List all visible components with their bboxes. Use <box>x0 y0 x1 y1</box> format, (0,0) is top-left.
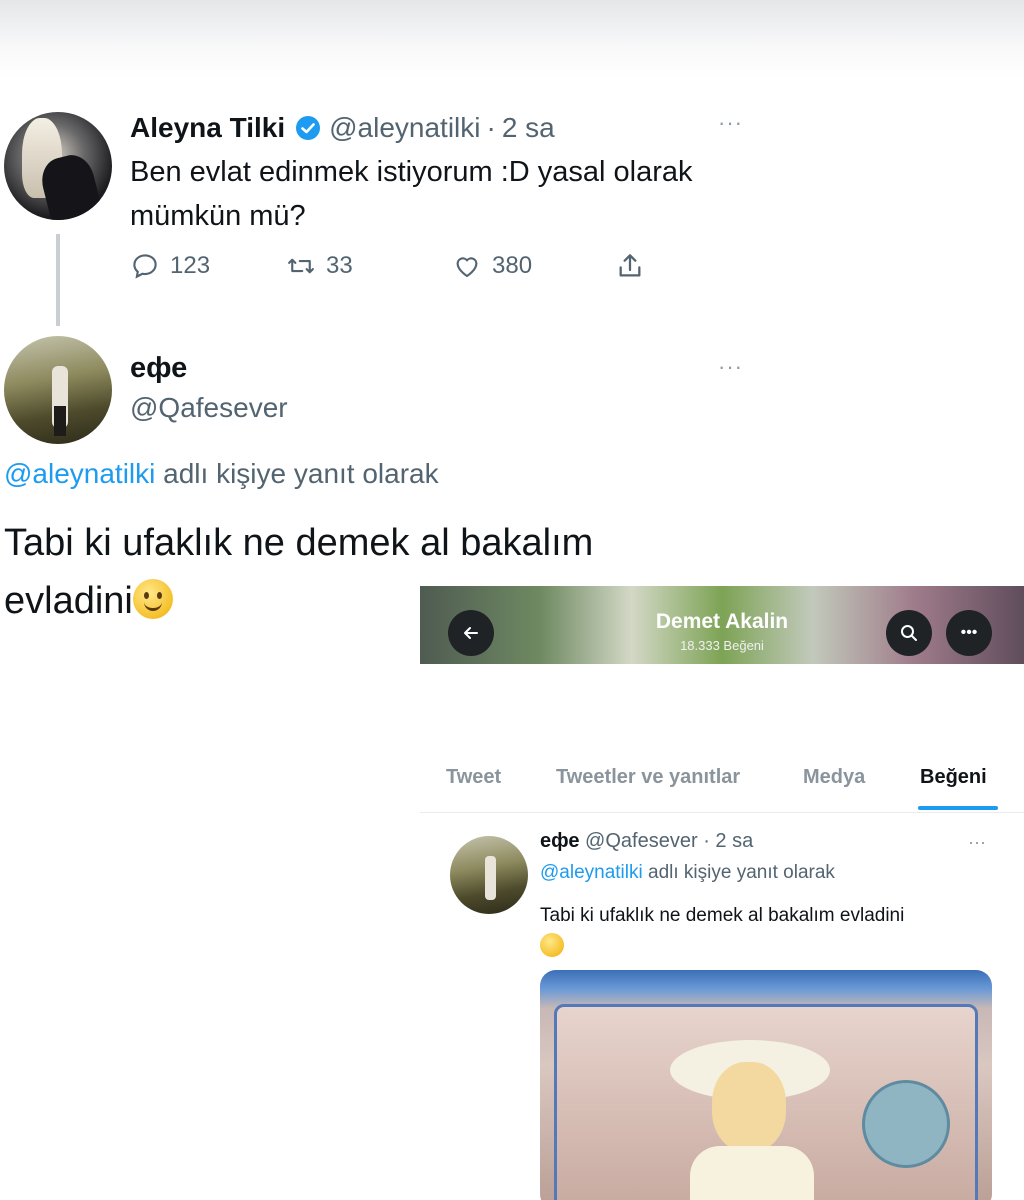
separator: · <box>703 830 710 852</box>
reply-icon <box>133 254 157 279</box>
more-icon: ••• <box>960 624 978 641</box>
liked-tweet-text: Tabi ki ufaklık ne demek al bakalım evla… <box>540 900 1010 964</box>
share-icon <box>619 254 641 277</box>
tweet-media-image[interactable] <box>540 970 992 1200</box>
divider <box>420 812 1024 813</box>
like-icon <box>456 257 478 278</box>
embedded-screenshot: Demet Akalin 18.333 Beğeni ••• Tweet Twe… <box>420 586 1024 1200</box>
reply-count: 123 <box>170 252 211 279</box>
reply-text-line1: Tabi ki ufaklık ne demek al bakalım <box>4 522 594 564</box>
tab-likes[interactable]: Beğeni <box>920 766 987 789</box>
reply-button[interactable]: 123 <box>130 246 210 286</box>
tab-tweets-replies[interactable]: Tweetler ve yanıtlar <box>556 766 740 789</box>
liked-reply-context: @aleynatilki adlı kişiye yanıt olarak <box>540 862 835 884</box>
tweet-header: Aleyna Tilki @aleynatilki · 2 sa <box>130 110 555 146</box>
reply-context: @aleynatilki adlı kişiye yanıt olarak <box>4 458 439 490</box>
more-icon[interactable]: ··· <box>718 112 743 134</box>
liked-text: Tabi ki ufaklık ne demek al bakalım evla… <box>540 905 905 926</box>
author-name[interactable]: Aleyna Tilki <box>130 112 285 144</box>
likes-count: 18.333 Beğeni <box>680 638 764 653</box>
more-icon[interactable]: ··· <box>718 356 743 378</box>
smile-emoji <box>132 579 173 619</box>
reply-avatar[interactable] <box>4 336 112 444</box>
tab-media[interactable]: Medya <box>803 766 865 789</box>
timestamp[interactable]: 2 sa <box>502 112 555 144</box>
more-icon[interactable]: ··· <box>968 833 986 851</box>
reply-text-line2: evladini <box>4 580 133 622</box>
verified-icon <box>295 115 321 141</box>
profile-name: Demet Akalin <box>655 610 789 633</box>
tab-tweet[interactable]: Tweet <box>446 766 501 789</box>
liked-timestamp[interactable]: 2 sa <box>715 830 753 852</box>
active-tab-indicator <box>918 806 998 810</box>
liked-author-name[interactable]: ефе <box>540 830 579 852</box>
thread-connector <box>56 234 60 326</box>
mention-link[interactable]: @aleynatilki <box>4 458 155 489</box>
retweet-icon <box>288 258 314 274</box>
profile-tabs: Tweet Tweetler ve yanıtlar Medya Beğeni <box>420 766 1024 812</box>
retweet-count: 33 <box>326 252 353 279</box>
top-status-bar <box>0 0 1024 80</box>
liked-tweet-header: ефе @Qafesever · 2 sa <box>540 830 753 853</box>
liked-mention-link[interactable]: @aleynatilki <box>540 862 643 883</box>
search-button[interactable] <box>886 610 932 656</box>
liked-tweet-avatar[interactable] <box>450 836 528 914</box>
author-handle[interactable]: @aleynatilki <box>329 112 480 144</box>
smile-emoji <box>540 933 564 957</box>
more-button[interactable]: ••• <box>946 610 992 656</box>
retweet-button[interactable]: 33 <box>286 246 353 286</box>
like-button[interactable]: 380 <box>452 246 532 286</box>
reply-author-handle[interactable]: @Qafesever <box>130 392 288 424</box>
reply-author-name[interactable]: ефе <box>130 352 187 385</box>
reply-context-text: adlı kişiye yanıt olarak <box>155 458 439 489</box>
tweet-text: Ben evlat edinmek istiyorum :D yasal ola… <box>130 156 693 232</box>
liked-author-handle[interactable]: @Qafesever <box>585 830 698 852</box>
share-button[interactable] <box>614 246 656 286</box>
like-count: 380 <box>492 252 533 279</box>
avatar[interactable] <box>4 112 112 220</box>
liked-context-text: adlı kişiye yanıt olarak <box>642 862 835 883</box>
separator: · <box>486 112 496 143</box>
search-icon <box>901 625 917 641</box>
